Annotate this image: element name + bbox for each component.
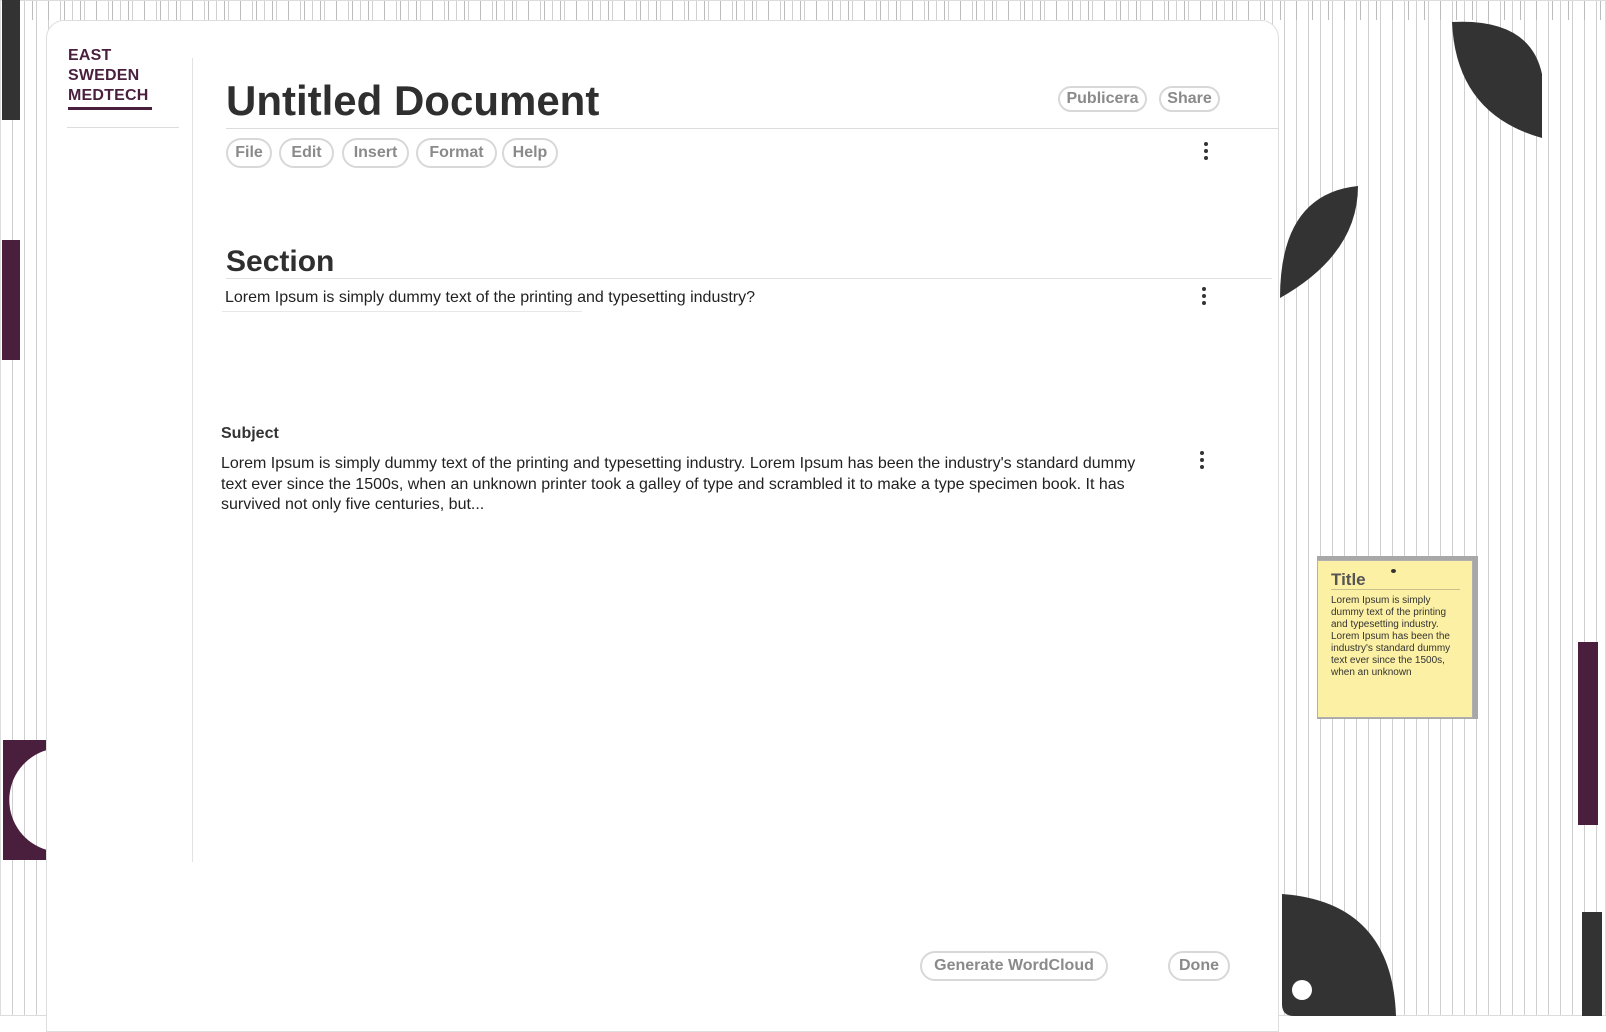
- logo-line-2: SWEDEN: [68, 67, 140, 84]
- sticky-note-title[interactable]: Title: [1331, 570, 1366, 590]
- subject-text[interactable]: Lorem Ipsum is simply dummy text of the …: [221, 454, 1141, 516]
- decor-dark-bar-left: [2, 0, 20, 120]
- title-divider: [226, 128, 1278, 129]
- section-divider: [226, 278, 1272, 279]
- decor-dark-quarter-right: [1280, 186, 1358, 298]
- sticky-note-divider: [1331, 589, 1460, 590]
- sticky-note-text[interactable]: Lorem Ipsum is simply dummy text of the …: [1331, 595, 1463, 679]
- sidebar-divider-vertical: [192, 58, 193, 862]
- document-more-icon[interactable]: [1199, 140, 1213, 162]
- sticky-note[interactable]: Title Lorem Ipsum is simply dummy text o…: [1317, 560, 1473, 718]
- decor-plum-bar-right: [1578, 642, 1598, 825]
- share-button[interactable]: Share: [1159, 86, 1220, 112]
- menu-format[interactable]: Format: [416, 138, 497, 168]
- document-title[interactable]: Untitled Document: [226, 75, 599, 127]
- logo-line-1: EAST: [68, 47, 112, 64]
- logo-line-3: MEDTECH: [68, 87, 149, 104]
- decor-plum-bar-left: [2, 240, 20, 360]
- section-more-icon[interactable]: [1197, 285, 1211, 307]
- subject-more-icon[interactable]: [1195, 449, 1209, 471]
- decor-plum-arc-left: [3, 740, 47, 860]
- menu-insert[interactable]: Insert: [342, 138, 409, 168]
- pin-icon: [1391, 569, 1396, 573]
- section-text-underline: [222, 311, 582, 312]
- menu-edit[interactable]: Edit: [279, 138, 334, 168]
- done-button[interactable]: Done: [1168, 951, 1230, 981]
- publish-button[interactable]: Publicera: [1058, 86, 1147, 112]
- menu-help[interactable]: Help: [502, 138, 558, 168]
- document-card: EAST SWEDEN MEDTECH Untitled Document Pu…: [46, 20, 1279, 1032]
- subject-label[interactable]: Subject: [221, 425, 279, 443]
- logo-underline: [68, 107, 152, 110]
- decor-dark-petal-top-right: [1452, 21, 1542, 138]
- decor-dark-quarter-bottom-right: [1282, 894, 1396, 1016]
- section-text[interactable]: Lorem Ipsum is simply dummy text of the …: [225, 287, 755, 309]
- brand-logo[interactable]: EAST SWEDEN MEDTECH: [68, 46, 163, 106]
- generate-wordcloud-button[interactable]: Generate WordCloud: [920, 951, 1108, 981]
- sidebar-divider-horizontal: [67, 127, 179, 128]
- section-heading[interactable]: Section: [226, 243, 334, 281]
- menu-file[interactable]: File: [226, 138, 272, 168]
- decor-dark-bar-right: [1582, 912, 1602, 1016]
